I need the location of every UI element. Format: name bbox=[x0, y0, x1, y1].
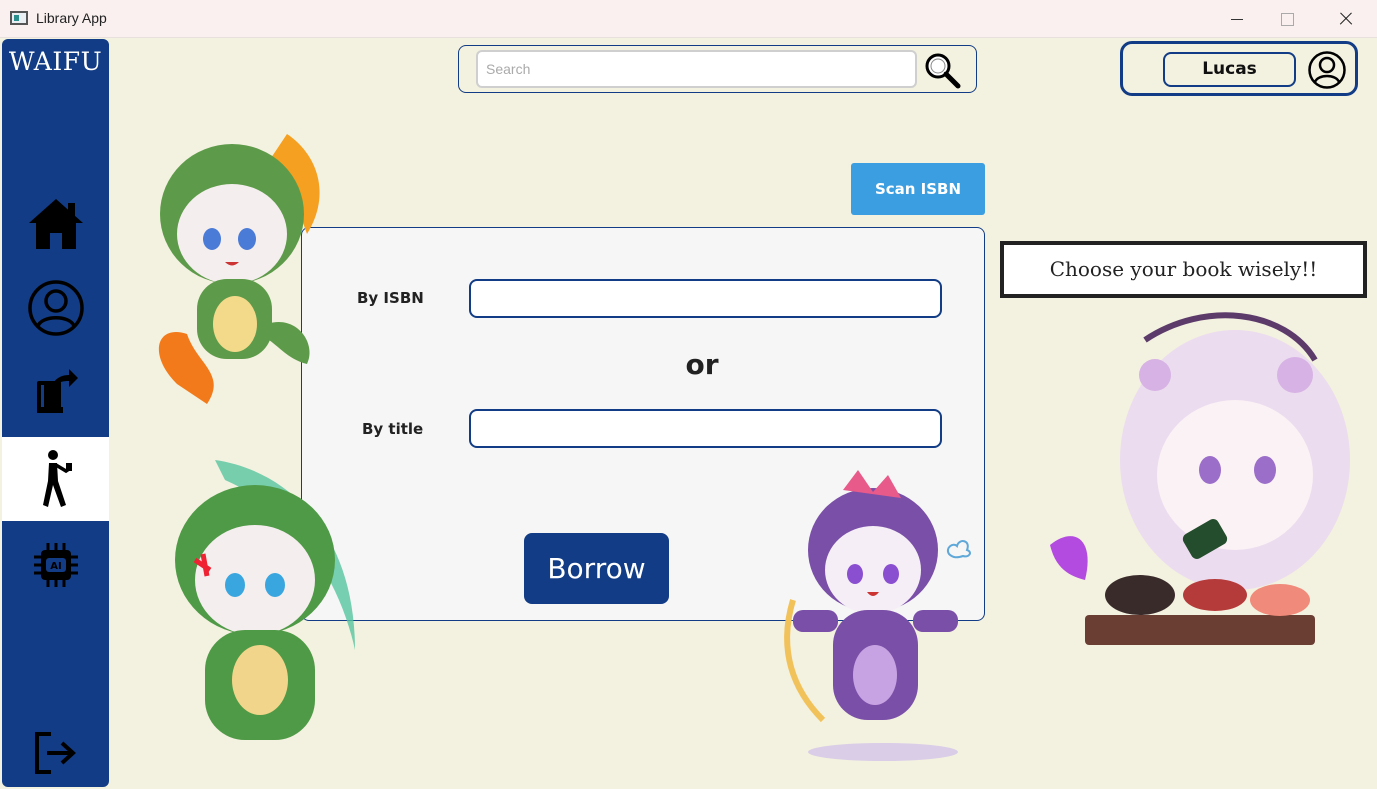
svg-text:AI: AI bbox=[50, 561, 61, 572]
borrow-button[interactable]: Borrow bbox=[524, 533, 669, 604]
window-title: Library App bbox=[36, 10, 107, 26]
or-separator: or bbox=[685, 348, 719, 381]
home-icon bbox=[28, 199, 83, 249]
sidebar-item-borrow[interactable] bbox=[2, 437, 109, 521]
isbn-input[interactable] bbox=[469, 279, 942, 318]
quote-banner: Choose your book wisely!! bbox=[1000, 241, 1367, 298]
close-button[interactable] bbox=[1331, 8, 1361, 30]
avatar-icon[interactable] bbox=[1307, 50, 1347, 90]
title-label: By title bbox=[362, 420, 424, 438]
green-dino-girl-fire-illustration bbox=[158, 134, 320, 404]
sidebar-item-books[interactable] bbox=[2, 350, 109, 434]
title-input[interactable] bbox=[469, 409, 942, 448]
sidebar-item-home[interactable] bbox=[2, 182, 109, 266]
book-share-icon bbox=[36, 369, 78, 413]
walking-person-icon bbox=[42, 450, 72, 507]
sidebar-item-ai[interactable]: AI bbox=[2, 523, 109, 607]
search-bar bbox=[458, 45, 977, 93]
sidebar-item-profile[interactable] bbox=[2, 266, 109, 350]
username-button[interactable]: Lucas bbox=[1163, 52, 1296, 87]
search-input[interactable] bbox=[476, 50, 917, 88]
scan-isbn-button[interactable]: Scan ISBN bbox=[851, 163, 985, 215]
search-button[interactable] bbox=[923, 51, 963, 89]
search-icon bbox=[925, 53, 961, 89]
sparkle-cloud-icon bbox=[947, 540, 971, 559]
user-circle-icon bbox=[27, 280, 84, 336]
logout-icon bbox=[34, 732, 76, 774]
angry-dino-girl-illustration bbox=[175, 460, 355, 740]
purple-dino-girl-illustration bbox=[784, 470, 958, 761]
brand-logo: WAIFU bbox=[8, 47, 103, 76]
sidebar-item-logout[interactable] bbox=[2, 711, 109, 789]
user-panel: Lucas bbox=[1120, 41, 1358, 96]
isbn-label: By ISBN bbox=[357, 289, 424, 307]
app-icon bbox=[10, 11, 28, 25]
sidebar: WAIFU AI bbox=[2, 39, 109, 787]
title-bar: Library App bbox=[0, 0, 1377, 38]
ai-chip-icon: AI bbox=[33, 543, 78, 587]
minimize-button[interactable] bbox=[1222, 8, 1252, 30]
sushi-girl-illustration bbox=[1050, 312, 1350, 645]
maximize-button[interactable] bbox=[1272, 8, 1302, 30]
